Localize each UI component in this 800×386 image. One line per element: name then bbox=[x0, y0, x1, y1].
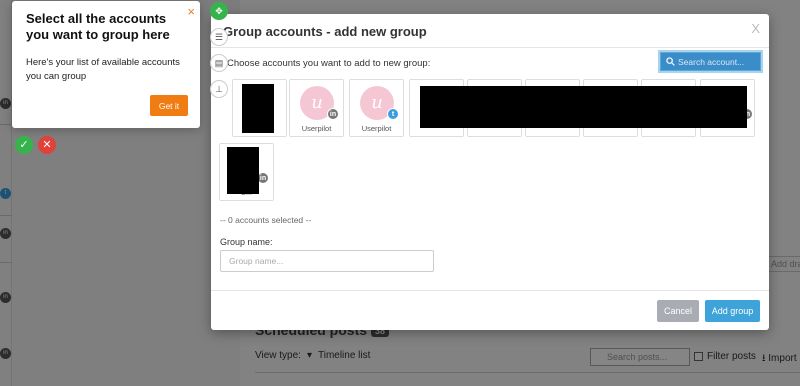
image-icon[interactable]: ▤ bbox=[210, 54, 228, 72]
selected-count-text: -- 0 accounts selected -- bbox=[220, 215, 312, 225]
group-name-label: Group name: bbox=[220, 237, 273, 247]
group-name-input[interactable] bbox=[220, 250, 434, 272]
search-account-input[interactable] bbox=[678, 53, 760, 70]
account-name: Userpilot bbox=[361, 124, 392, 133]
tooltip-title: Select all the accounts you want to grou… bbox=[26, 11, 170, 42]
confirm-check-icon[interactable]: ✓ bbox=[15, 136, 33, 154]
linkedin-icon: in bbox=[327, 108, 339, 120]
account-card[interactable]: u t Userpilot bbox=[349, 79, 404, 137]
onboarding-tooltip: Select all the accounts you want to grou… bbox=[12, 1, 200, 128]
modal-footer: Cancel Add group bbox=[211, 290, 769, 330]
account-card[interactable]: in S... bbox=[219, 143, 274, 201]
get-it-button[interactable]: Get it bbox=[150, 95, 188, 116]
modal-title: Group accounts - add new group bbox=[223, 24, 427, 39]
add-group-button[interactable]: Add group bbox=[705, 300, 760, 322]
pin-icon[interactable]: ⊥ bbox=[210, 80, 228, 98]
account-name: Userpilot bbox=[301, 124, 332, 133]
tooltip-body: Here's your list of available accounts y… bbox=[26, 57, 180, 82]
settings-icon[interactable]: ☰ bbox=[210, 28, 228, 46]
search-account-field[interactable] bbox=[660, 52, 761, 71]
redacted-block bbox=[227, 147, 259, 194]
modal-header: Group accounts - add new group X bbox=[211, 14, 769, 48]
redacted-block bbox=[420, 86, 747, 128]
group-accounts-modal: Group accounts - add new group X Choose … bbox=[211, 14, 769, 330]
cancel-button[interactable]: Cancel bbox=[657, 300, 699, 322]
close-icon[interactable]: X bbox=[751, 21, 760, 36]
search-icon bbox=[666, 57, 675, 66]
account-card[interactable]: u in Userpilot bbox=[289, 79, 344, 137]
close-icon[interactable]: × bbox=[187, 4, 195, 19]
redacted-block bbox=[242, 84, 274, 133]
cancel-x-icon[interactable]: ✕ bbox=[38, 136, 56, 154]
twitter-icon: t bbox=[387, 108, 399, 120]
move-icon[interactable]: ✥ bbox=[210, 2, 228, 20]
account-card[interactable]: Em... bbox=[232, 79, 287, 137]
choose-accounts-label: Choose accounts you want to add to new g… bbox=[227, 58, 431, 69]
